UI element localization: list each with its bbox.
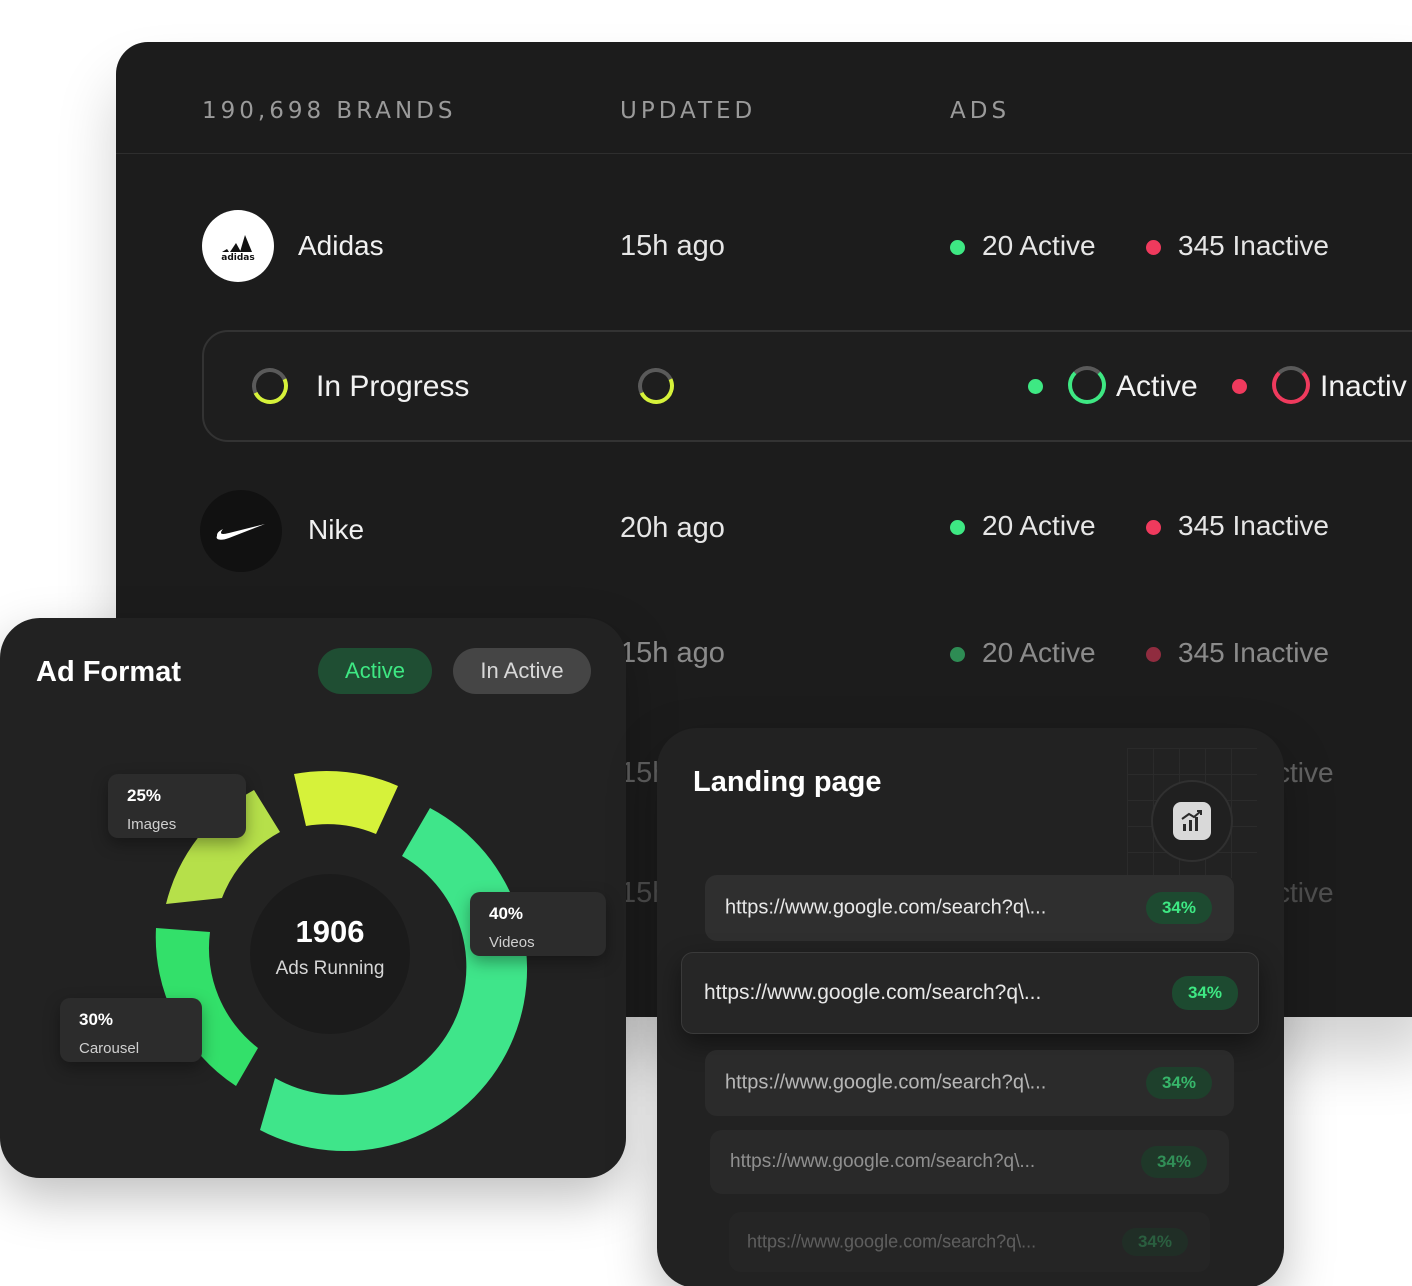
updated-time: 15h ago (620, 230, 725, 262)
ad-format-title: Ad Format (36, 656, 181, 688)
donut-segment-top[interactable] (294, 771, 398, 834)
carousel-percent: 30% (79, 1010, 114, 1029)
images-percent: 25% (127, 786, 162, 805)
url-text[interactable]: https://www.google.com/search?q\... (725, 1072, 1046, 1095)
percent-badge: 34% (1145, 892, 1212, 924)
in-progress-label: In Progress (316, 370, 470, 403)
table-row-nike[interactable]: Nike 20h ago 20 Active 345 Inactive (116, 490, 1412, 572)
active-spinner-icon (1068, 366, 1106, 404)
url-row[interactable]: https://www.google.com/search?q\... 34% (710, 1130, 1229, 1194)
inactive-count: 345 Inactive (1178, 230, 1329, 261)
active-filter-button[interactable]: Active (318, 648, 432, 694)
ad-format-card: Ad Format Active In Active 1906 Ads Runn… (0, 618, 626, 1178)
inactive-count: ctive (1276, 757, 1334, 788)
inactive-dot-icon (1146, 520, 1161, 535)
chart-button[interactable] (1151, 780, 1233, 862)
active-count: 20 Active (982, 637, 1096, 668)
active-dot-icon (1028, 379, 1043, 394)
active-dot-icon (950, 520, 965, 535)
inactive-dot-icon (1232, 379, 1247, 394)
landing-page-card: Landing page https://www.google.com/sear… (657, 728, 1284, 1286)
active-dot-icon (950, 647, 965, 662)
adidas-logo-icon: adidas (202, 210, 274, 282)
percent-badge: 34% (1121, 1228, 1188, 1256)
videos-tag[interactable]: 40% Videos (470, 892, 606, 956)
url-row[interactable]: https://www.google.com/search?q\... 34% (705, 875, 1234, 941)
inactive-dot-icon (1146, 240, 1161, 255)
images-label: Images (127, 816, 177, 833)
videos-label: Videos (489, 934, 535, 951)
loading-spinner-icon (246, 362, 294, 410)
inactive-label: Inactiv (1320, 370, 1407, 403)
url-text[interactable]: https://www.google.com/search?q\... (704, 981, 1041, 1005)
inactive-filter-button[interactable]: In Active (453, 648, 591, 694)
inactive-spinner-icon (1272, 366, 1310, 404)
percent-badge: 34% (1140, 1146, 1207, 1178)
brand-name: Adidas (298, 230, 384, 261)
updated-time: 20h ago (620, 512, 725, 544)
inactive-dot-icon (1146, 647, 1161, 662)
ads-header[interactable]: ADS (950, 98, 1010, 124)
brands-count-header[interactable]: 190,698 BRANDS (202, 98, 457, 124)
active-count: 20 Active (982, 230, 1096, 261)
inactive-count: ctive (1276, 877, 1334, 908)
percent-badge: 34% (1145, 1067, 1212, 1099)
url-text[interactable]: https://www.google.com/search?q\... (747, 1232, 1036, 1253)
active-count: 20 Active (982, 510, 1096, 541)
videos-percent: 40% (489, 904, 524, 923)
active-dot-icon (950, 240, 965, 255)
ads-running-count: 1906 (295, 914, 365, 949)
active-label: Active (1116, 370, 1198, 403)
donut-center (250, 874, 410, 1034)
carousel-label: Carousel (79, 1040, 140, 1057)
url-row[interactable]: https://www.google.com/search?q\... 34% (705, 1050, 1234, 1116)
nike-swoosh-icon (200, 490, 282, 572)
url-text[interactable]: https://www.google.com/search?q\... (725, 897, 1046, 920)
url-text[interactable]: https://www.google.com/search?q\... (730, 1151, 1035, 1173)
inactive-count: 345 Inactive (1178, 510, 1329, 541)
inactive-count: 345 Inactive (1178, 637, 1329, 668)
percent-badge: 34% (1171, 976, 1238, 1010)
updated-time: 15h ago (620, 637, 725, 669)
landing-page-title: Landing page (693, 766, 882, 798)
brand-name: Nike (308, 514, 365, 545)
images-tag[interactable]: 25% Images (108, 774, 246, 838)
updated-header[interactable]: UPDATED (620, 98, 756, 124)
url-row-highlighted[interactable]: https://www.google.com/search?q\... 34% (681, 952, 1259, 1034)
chart-icon (1173, 802, 1211, 840)
url-row[interactable]: https://www.google.com/search?q\... 34% (729, 1212, 1210, 1272)
in-progress-row[interactable]: In Progress Active Inactiv (202, 330, 1412, 442)
table-row-adidas[interactable]: adidas Adidas 15h ago 20 Active 345 Inac… (116, 210, 1412, 290)
ads-running-label: Ads Running (275, 958, 385, 979)
svg-text:adidas: adidas (221, 253, 254, 262)
carousel-tag[interactable]: 30% Carousel (60, 998, 202, 1062)
loading-spinner-icon (632, 362, 680, 410)
header-divider (116, 153, 1412, 154)
